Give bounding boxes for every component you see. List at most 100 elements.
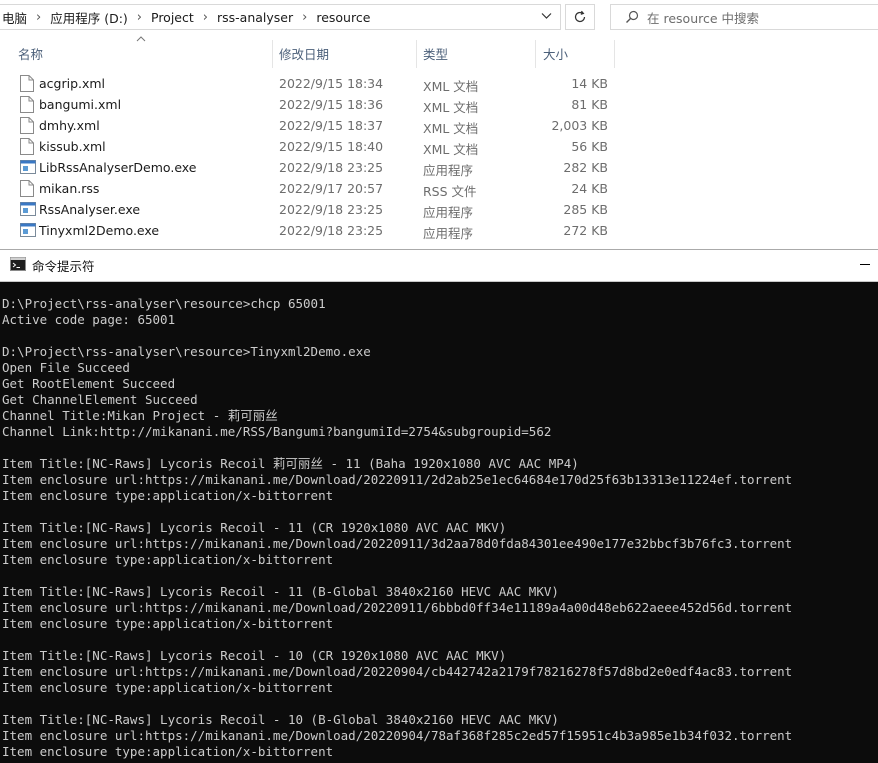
file-name: kissub.xml	[39, 139, 106, 154]
file-row[interactable]: mikan.rss 2022/9/17 20:57 RSS 文件 24 KB	[0, 178, 878, 199]
column-header-size[interactable]: 大小	[543, 38, 568, 68]
file-row[interactable]: kissub.xml 2022/9/15 18:40 XML 文档 56 KB	[0, 136, 878, 157]
cmd-title-bar[interactable]: 命令提示符	[0, 250, 878, 282]
file-date: 2022/9/15 18:34	[279, 76, 384, 91]
file-type: 应用程序	[423, 226, 474, 241]
console-line: Item enclosure url:https://mikanani.me/D…	[2, 472, 793, 487]
file-size: 81 KB	[571, 97, 608, 112]
search-icon	[626, 10, 639, 23]
console-line: D:\Project\rss-analyser\resource>chcp 65…	[2, 296, 326, 311]
breadcrumb-separator-icon[interactable]: ›	[295, 10, 314, 25]
file-name: bangumi.xml	[39, 97, 122, 112]
console-line: Item Title:[NC-Raws] Lycoris Recoil - 11…	[2, 520, 507, 535]
file-type: RSS 文件	[423, 184, 477, 199]
console-line: Item Title:[NC-Raws] Lycoris Recoil - 11…	[2, 584, 559, 599]
file-row[interactable]: dmhy.xml 2022/9/15 18:37 XML 文档 2,003 KB	[0, 115, 878, 136]
search-placeholder: 在 resource 中搜索	[647, 10, 760, 26]
search-input[interactable]: 在 resource 中搜索	[610, 4, 878, 30]
console-line: Channel Link:http://mikanani.me/RSS/Bang…	[2, 424, 552, 439]
file-type: 应用程序	[423, 205, 474, 220]
file-row[interactable]: bangumi.xml 2022/9/15 18:36 XML 文档 81 KB	[0, 94, 878, 115]
console-line: Item Title:[NC-Raws] Lycoris Recoil - 10…	[2, 648, 507, 663]
console-line: Active code page: 65001	[2, 312, 176, 327]
file-type: XML 文档	[423, 121, 479, 136]
console-line: Open File Succeed	[2, 360, 130, 375]
file-date: 2022/9/15 18:40	[279, 139, 384, 154]
file-size: 282 KB	[563, 160, 608, 175]
console-line: Item enclosure url:https://mikanani.me/D…	[2, 536, 793, 551]
column-header-name[interactable]: 名称	[18, 38, 43, 68]
console-line: Item enclosure type:application/x-bittor…	[2, 488, 334, 503]
refresh-icon	[574, 10, 586, 23]
file-explorer-window: 电脑 › 应用程序 (D:) › Project › rss-analyser …	[0, 0, 878, 248]
file-size: 2,003 KB	[551, 118, 608, 133]
file-size: 14 KB	[571, 76, 608, 91]
breadcrumb-separator-icon[interactable]: ›	[130, 10, 149, 25]
console-line: Item Title:[NC-Raws] Lycoris Recoil 莉可丽丝…	[2, 456, 579, 471]
document-icon	[20, 75, 36, 92]
breadcrumb-item-pc[interactable]: 电脑	[0, 8, 29, 27]
console-line: Item enclosure url:https://mikanani.me/D…	[2, 600, 793, 615]
document-icon	[20, 180, 36, 197]
address-bar[interactable]: 电脑 › 应用程序 (D:) › Project › rss-analyser …	[0, 4, 561, 30]
file-name: LibRssAnalyserDemo.exe	[39, 160, 197, 175]
column-header-date[interactable]: 修改日期	[279, 38, 329, 68]
cmd-title-text: 命令提示符	[32, 259, 95, 274]
file-size: 285 KB	[563, 202, 608, 217]
file-type: XML 文档	[423, 142, 479, 157]
column-header-type[interactable]: 类型	[423, 38, 448, 68]
minimize-icon[interactable]	[860, 264, 870, 265]
breadcrumb-item-resource[interactable]: resource	[314, 10, 372, 25]
file-size: 56 KB	[571, 139, 608, 154]
breadcrumb: 电脑 › 应用程序 (D:) › Project › rss-analyser …	[0, 8, 372, 27]
breadcrumb-separator-icon[interactable]: ›	[196, 10, 215, 25]
column-divider[interactable]	[416, 40, 417, 68]
console-line: Item enclosure type:application/x-bittor…	[2, 552, 334, 567]
file-type: 应用程序	[423, 163, 474, 178]
console-output[interactable]: D:\Project\rss-analyser\resource>chcp 65…	[2, 296, 878, 763]
file-date: 2022/9/17 20:57	[279, 181, 384, 196]
column-divider[interactable]	[272, 40, 273, 68]
file-date: 2022/9/18 23:25	[279, 202, 384, 217]
file-name: dmhy.xml	[39, 118, 100, 133]
console-line: Get ChannelElement Succeed	[2, 392, 198, 407]
console-line: Channel Title:Mikan Project - 莉可丽丝	[2, 408, 278, 423]
exe-icon	[20, 159, 36, 176]
file-name: acgrip.xml	[39, 76, 106, 91]
column-divider[interactable]	[614, 40, 615, 68]
command-prompt-window: 命令提示符 D:\Project\rss-analyser\resource>c…	[0, 249, 878, 763]
file-name: Tinyxml2Demo.exe	[39, 223, 160, 238]
exe-icon	[20, 222, 36, 239]
file-type: XML 文档	[423, 100, 479, 115]
cmd-icon	[10, 257, 26, 274]
breadcrumb-item-project[interactable]: Project	[149, 10, 196, 25]
file-size: 24 KB	[571, 181, 608, 196]
file-row[interactable]: Tinyxml2Demo.exe 2022/9/18 23:25 应用程序 272 K…	[0, 220, 878, 241]
document-icon	[20, 117, 36, 134]
breadcrumb-item-drive[interactable]: 应用程序 (D:)	[48, 8, 130, 27]
file-date: 2022/9/15 18:37	[279, 118, 384, 133]
exe-icon	[20, 201, 36, 218]
console-line: Item enclosure type:application/x-bittor…	[2, 680, 334, 695]
column-divider[interactable]	[535, 40, 536, 68]
console-line: Item enclosure url:https://mikanani.me/D…	[2, 728, 793, 743]
file-date: 2022/9/15 18:36	[279, 97, 384, 112]
refresh-button[interactable]	[565, 4, 595, 30]
file-date: 2022/9/18 23:25	[279, 223, 384, 238]
sort-ascending-icon	[136, 34, 146, 45]
breadcrumb-separator-icon[interactable]: ›	[29, 10, 48, 25]
console-line: Item enclosure url:https://mikanani.me/D…	[2, 664, 793, 679]
console-line: Item Title:[NC-Raws] Lycoris Recoil - 10…	[2, 712, 559, 727]
chevron-down-icon[interactable]	[541, 10, 552, 24]
file-row[interactable]: RssAnalyser.exe 2022/9/18 23:25 应用程序 285 KB	[0, 199, 878, 220]
console-line: Item enclosure type:application/x-bittor…	[2, 744, 334, 759]
file-row[interactable]: LibRssAnalyserDemo.exe 2022/9/18 23:25 应用程…	[0, 157, 878, 178]
file-size: 272 KB	[563, 223, 608, 238]
file-row[interactable]: acgrip.xml 2022/9/15 18:34 XML 文档 14 KB	[0, 73, 878, 94]
breadcrumb-item-rss-analyser[interactable]: rss-analyser	[215, 10, 295, 25]
